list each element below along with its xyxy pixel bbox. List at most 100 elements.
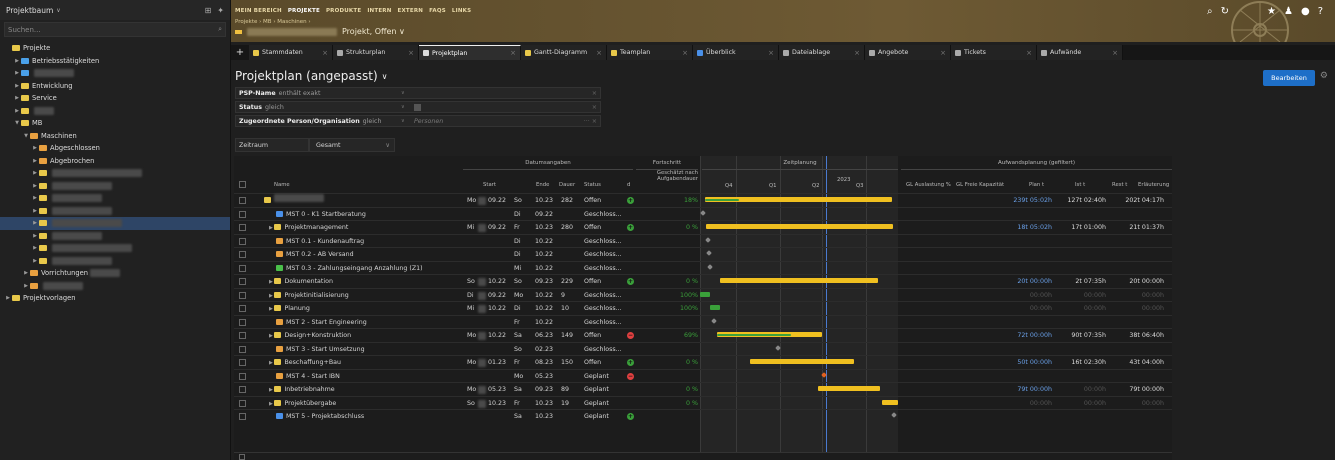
status-value-box[interactable] (414, 104, 421, 111)
filter-psp-name[interactable]: PSP-Name enthält exakt ∨ × (235, 87, 601, 99)
refresh-icon[interactable]: ↻ (1221, 6, 1229, 17)
row-name[interactable]: MST 0.3 - Zahlungseingang Anzahlung (Z1) (286, 265, 423, 272)
nav-item[interactable]: PRODUKTE (326, 8, 361, 14)
expand-arrow-icon[interactable]: ▶ (31, 208, 39, 214)
tree-node[interactable]: ▶ Betriebsstätigkeiten (0, 55, 230, 68)
row-name[interactable]: Dokumentation (284, 278, 333, 285)
close-icon[interactable]: × (682, 49, 688, 57)
expand-arrow-icon[interactable]: ▶ (13, 70, 21, 76)
tab-item[interactable]: Dateiablage × (779, 45, 865, 60)
table-row[interactable]: MST 0.3 - Zahlungseingang Anzahlung (Z1)… (234, 260, 1172, 274)
nav-item[interactable]: LINKS (452, 8, 471, 14)
row-checkbox[interactable] (239, 359, 246, 366)
row-checkbox[interactable] (239, 278, 246, 285)
tab-item[interactable]: Gantt-Diagramm × (521, 45, 607, 60)
table-row[interactable]: ▶ Inbetriebnahme Mo 05.23 Sa 09.23 89 Geplant 0… (234, 382, 1172, 395)
row-checkbox[interactable] (239, 399, 246, 407)
tab-item[interactable]: Tickets × (951, 45, 1037, 60)
tab-item[interactable]: Stammdaten × (249, 45, 333, 60)
tree-node[interactable]: Projekte (0, 42, 230, 55)
edit-button[interactable]: Bearbeiten (1263, 70, 1315, 86)
nav-item[interactable]: INTERN (367, 8, 391, 14)
expand-arrow-icon[interactable]: ▶ (31, 183, 39, 189)
row-checkbox[interactable] (239, 332, 246, 339)
column-header-ist[interactable]: Ist t (1075, 182, 1085, 188)
tree-node[interactable]: ▶ (0, 192, 230, 205)
sidebar-title[interactable]: Projektbaum (6, 6, 53, 15)
row-name[interactable]: Projektübergabe (284, 400, 336, 407)
close-icon[interactable]: × (1112, 49, 1118, 57)
row-name[interactable]: Projektmanagement (284, 224, 348, 231)
filter-operator[interactable]: enthält exakt (279, 90, 321, 97)
filter-operator[interactable]: gleich (363, 118, 382, 125)
tree-node[interactable]: ▶ (0, 180, 230, 193)
table-row[interactable]: MST 5 - Projektabschluss Sa 10.23 Geplant + (234, 409, 1172, 422)
row-name[interactable]: MST 0 - K1 Startberatung (286, 211, 366, 218)
tree-node[interactable]: ▶ Abgeschlossen (0, 142, 230, 155)
expand-arrow-icon[interactable]: ▶ (31, 245, 39, 251)
close-icon[interactable]: × (408, 49, 414, 57)
tab-item[interactable]: Teamplan × (607, 45, 693, 60)
expand-arrow-icon[interactable]: ▶ (13, 95, 21, 101)
table-row[interactable]: ▶ Projektübergabe So 10.23 Fr 10.23 19 Geplant… (234, 395, 1172, 409)
column-header-status[interactable]: Status (584, 182, 601, 188)
table-row[interactable]: ▶ Projektinitialisierung Di 09.22 Mo 10.22 9 G… (234, 287, 1172, 301)
column-header-rest[interactable]: Rest t (1112, 182, 1127, 188)
tab-item[interactable]: Projektplan × (419, 45, 521, 60)
tree-node[interactable]: ▶ (0, 105, 230, 118)
select-all-checkbox[interactable] (239, 181, 246, 188)
close-icon[interactable]: × (1026, 49, 1032, 57)
row-name[interactable]: MST 4 - Start IBN (286, 373, 340, 380)
expand-arrow-icon[interactable]: ▶ (13, 58, 21, 64)
tree-node[interactable]: ▶ (0, 230, 230, 243)
tree-node[interactable]: ▶ (0, 217, 230, 230)
tree-node[interactable]: ▶ (0, 167, 230, 180)
footer-checkbox[interactable] (239, 454, 245, 460)
star-icon[interactable]: ★ (1267, 6, 1276, 17)
expand-arrow-icon[interactable]: ▶ (31, 195, 39, 201)
tree-node[interactable]: ▶ Service (0, 92, 230, 105)
row-name[interactable]: Inbetriebnahme (284, 386, 334, 393)
column-header-geschaetzt[interactable]: Geschätzt nach Aufgabendauer (638, 170, 698, 182)
tree-node[interactable]: ▼ Maschinen (0, 130, 230, 143)
panel-icon[interactable]: ⊞ (205, 6, 212, 15)
nav-item[interactable]: EXTERN (398, 8, 424, 14)
close-icon[interactable]: ··· × (584, 118, 597, 125)
close-icon[interactable]: × (768, 49, 774, 57)
close-icon[interactable]: × (592, 104, 597, 111)
range-select[interactable]: Gesamt ∨ (309, 138, 395, 152)
row-checkbox[interactable] (239, 237, 246, 245)
close-icon[interactable]: × (596, 49, 602, 57)
row-checkbox[interactable] (239, 291, 246, 299)
person-placeholder[interactable]: Personen (414, 118, 443, 125)
row-checkbox[interactable] (239, 318, 246, 326)
column-header-plan[interactable]: Plan t (1029, 182, 1044, 188)
close-icon[interactable]: × (322, 49, 328, 57)
tree-node[interactable]: ▶ Projektvorlagen (0, 292, 230, 305)
table-row[interactable]: ▶ Planung Mi 10.22 Di 10.22 10 Geschloss... 100… (234, 301, 1172, 314)
row-checkbox[interactable] (239, 224, 246, 231)
tree-node[interactable]: ▶ (0, 205, 230, 218)
column-header-erlaeuterung[interactable]: Erläuterung (1138, 182, 1169, 188)
row-name[interactable]: Beschaffung+Bau (284, 359, 341, 366)
tree-node[interactable]: ▼ MB (0, 117, 230, 130)
search-icon[interactable]: ⌕ (1207, 6, 1213, 17)
chevron-down-icon[interactable]: ∨ (382, 72, 388, 81)
table-row[interactable]: MST 0.2 - AB Versand Di 10.22 Geschloss... (234, 247, 1172, 260)
row-name[interactable]: Projektinitialisierung (284, 292, 348, 299)
row-checkbox[interactable] (239, 305, 246, 312)
nav-item[interactable]: MEIN BEREICH (235, 8, 282, 14)
table-row[interactable]: MST 3 - Start Umsetzung So 02.23 Geschloss.… (234, 341, 1172, 355)
column-header-dauer[interactable]: Dauer (559, 182, 575, 188)
project-status[interactable]: Projekt, Offen ∨ (342, 27, 405, 36)
tab-item[interactable]: Aufwände × (1037, 45, 1123, 60)
chevron-down-icon[interactable]: ∨ (401, 90, 405, 96)
table-row[interactable]: MST 4 - Start IBN Mo 05.23 Geplant − (234, 368, 1172, 382)
tree-node[interactable]: ▶ Entwicklung (0, 80, 230, 93)
row-name[interactable]: MST 0.1 - Kundenauftrag (286, 238, 364, 245)
row-name[interactable]: Planung (284, 305, 309, 312)
user-icon[interactable]: ● (1301, 6, 1310, 17)
breadcrumb[interactable]: Projekte › MB › Maschinen › (235, 19, 311, 25)
table-row[interactable]: MST 0 - K1 Startberatung Di 09.22 Geschloss… (234, 206, 1172, 220)
search-input[interactable]: Suchen... ⌕ (4, 22, 226, 37)
